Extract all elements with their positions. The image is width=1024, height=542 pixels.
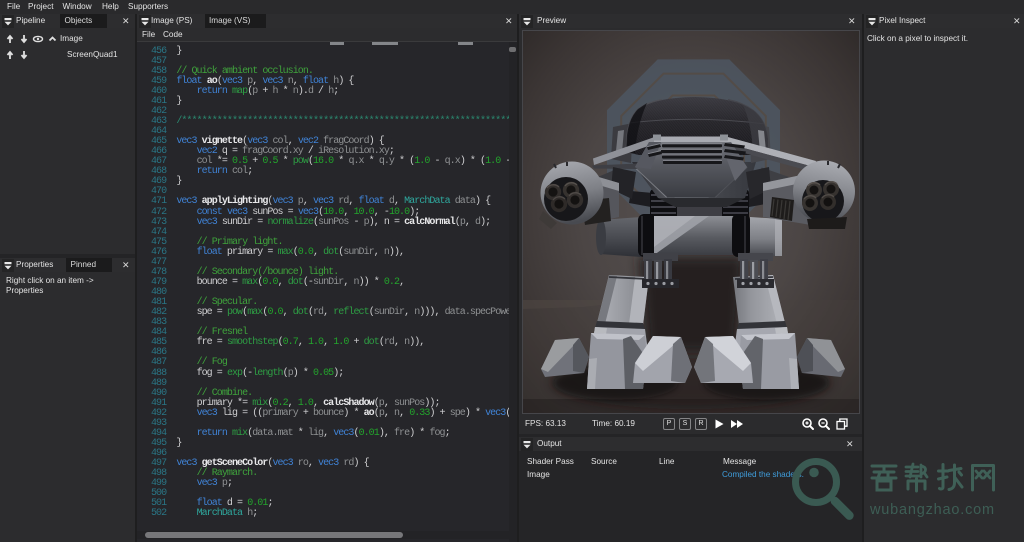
svg-text:wubangzhao.com: wubangzhao.com: [869, 502, 995, 518]
